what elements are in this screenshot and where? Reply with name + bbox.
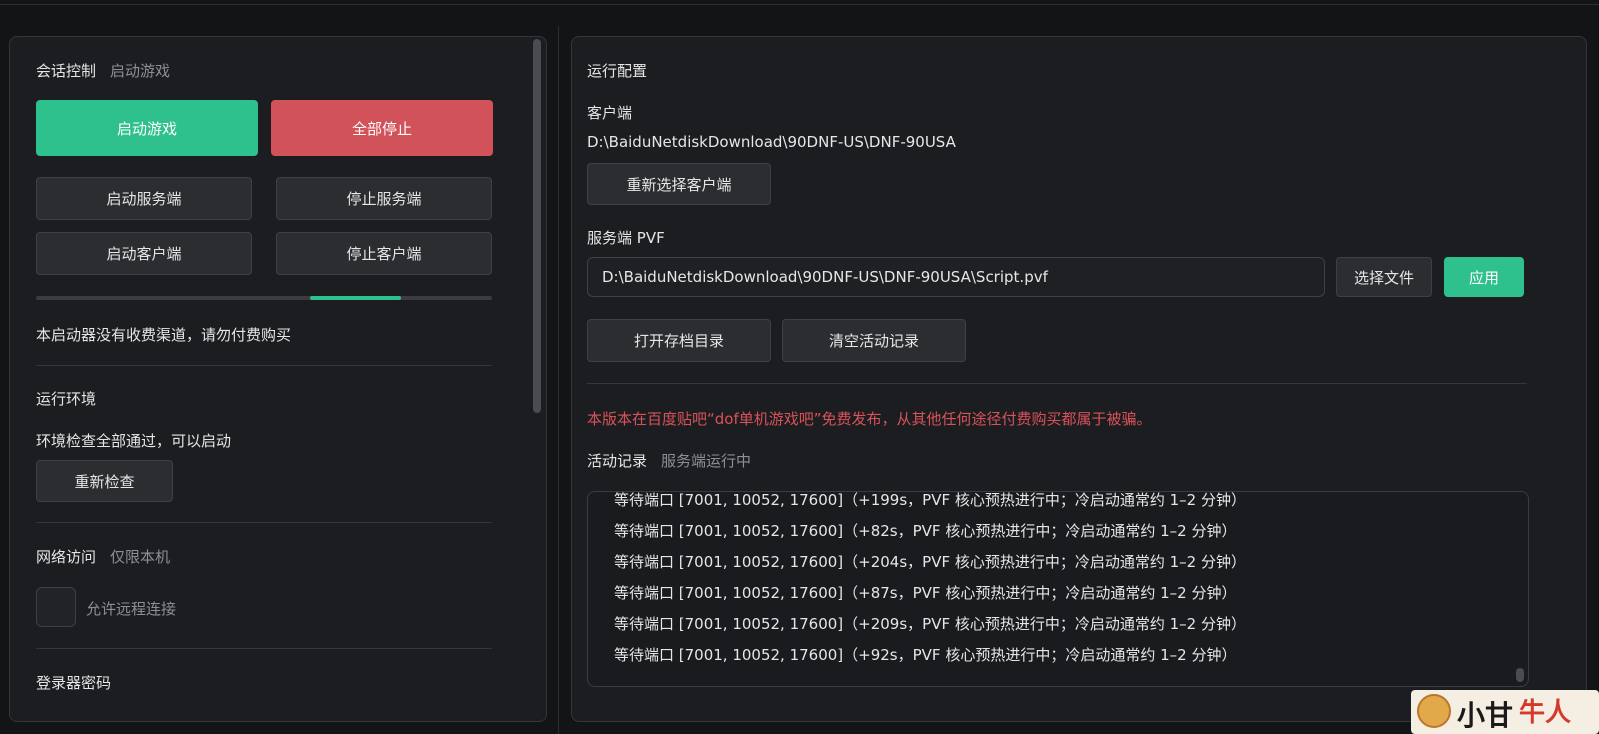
section-divider	[36, 522, 492, 523]
allow-remote-checkbox[interactable]	[36, 587, 76, 627]
activity-log-scrollbar[interactable]	[1516, 668, 1524, 682]
activity-progress-fill	[309, 296, 401, 300]
start-game-button[interactable]: 启动游戏	[36, 100, 258, 156]
clear-activity-button[interactable]: 清空活动记录	[782, 319, 966, 362]
watermark-logo: 小甘 牛人	[1411, 690, 1599, 734]
apply-button[interactable]: 应用	[1444, 257, 1524, 297]
log-line: 等待端口 [7001, 10052, 17600]（+204s，PVF 核心预热…	[614, 553, 1246, 571]
open-save-dir-button[interactable]: 打开存档目录	[587, 319, 771, 362]
log-line: 等待端口 [7001, 10052, 17600]（+199s，PVF 核心预热…	[614, 491, 1246, 509]
log-line: 等待端口 [7001, 10052, 17600]（+209s，PVF 核心预热…	[614, 615, 1246, 633]
choose-file-button[interactable]: 选择文件	[1336, 257, 1432, 297]
start-client-button[interactable]: 启动客户端	[36, 232, 252, 275]
pvf-path-input[interactable]: D:\BaiduNetdiskDownload\90DNF-US\DNF-90U…	[587, 257, 1325, 297]
log-line: 等待端口 [7001, 10052, 17600]（+87s，PVF 核心预热进…	[614, 584, 1237, 602]
session-status: 启动游戏	[110, 62, 171, 80]
stop-server-button[interactable]: 停止服务端	[276, 177, 492, 220]
window-top-border	[0, 0, 1599, 5]
session-control-title: 会话控制	[36, 62, 97, 80]
activity-log-title: 活动记录	[587, 452, 648, 470]
client-path: D:\BaiduNetdiskDownload\90DNF-US\DNF-90U…	[587, 133, 956, 151]
allow-remote-label: 允许远程连接	[86, 600, 177, 618]
mascot-icon	[1417, 694, 1451, 728]
network-access-title: 网络访问	[36, 548, 97, 566]
client-label: 客户端	[587, 104, 633, 122]
left-panel: 会话控制 启动游戏 启动游戏 全部停止 启动服务端 停止服务端 启动客户端 停止…	[9, 36, 547, 722]
runtime-config-title: 运行配置	[587, 62, 648, 80]
runtime-env-title: 运行环境	[36, 390, 97, 408]
logo-text: 牛人	[1519, 698, 1572, 728]
no-paid-channel-notice: 本启动器没有收费渠道，请勿付费购买	[36, 326, 292, 344]
pane-divider[interactable]	[558, 26, 559, 734]
start-server-button[interactable]: 启动服务端	[36, 177, 252, 220]
section-divider	[587, 383, 1527, 384]
right-panel: 运行配置 客户端 D:\BaiduNetdiskDownload\90DNF-U…	[571, 36, 1587, 722]
reselect-client-button[interactable]: 重新选择客户端	[587, 163, 771, 205]
left-panel-scrollbar[interactable]	[533, 39, 541, 413]
server-running-status: 服务端运行中	[661, 452, 752, 470]
activity-log[interactable]: 等待端口 [7001, 10052, 17600]（+199s，PVF 核心预热…	[587, 491, 1529, 687]
log-line: 等待端口 [7001, 10052, 17600]（+92s，PVF 核心预热进…	[614, 646, 1237, 664]
server-pvf-label: 服务端 PVF	[587, 229, 665, 247]
section-divider	[36, 365, 492, 366]
network-access-status: 仅限本机	[110, 548, 171, 566]
anti-fraud-warning: 本版本在百度贴吧“dof单机游戏吧”免费发布，从其他任何途径付费购买都属于被骗。	[587, 410, 1152, 428]
recheck-button[interactable]: 重新检查	[36, 460, 173, 502]
env-check-status: 环境检查全部通过，可以启动	[36, 432, 232, 450]
stop-all-button[interactable]: 全部停止	[271, 100, 493, 156]
log-line: 等待端口 [7001, 10052, 17600]（+82s，PVF 核心预热进…	[614, 522, 1237, 540]
logo-text: 小甘	[1457, 699, 1514, 732]
activity-progress-bar	[36, 296, 492, 300]
stop-client-button[interactable]: 停止客户端	[276, 232, 492, 275]
section-divider	[36, 648, 492, 649]
launcher-password-title: 登录器密码	[36, 674, 112, 692]
